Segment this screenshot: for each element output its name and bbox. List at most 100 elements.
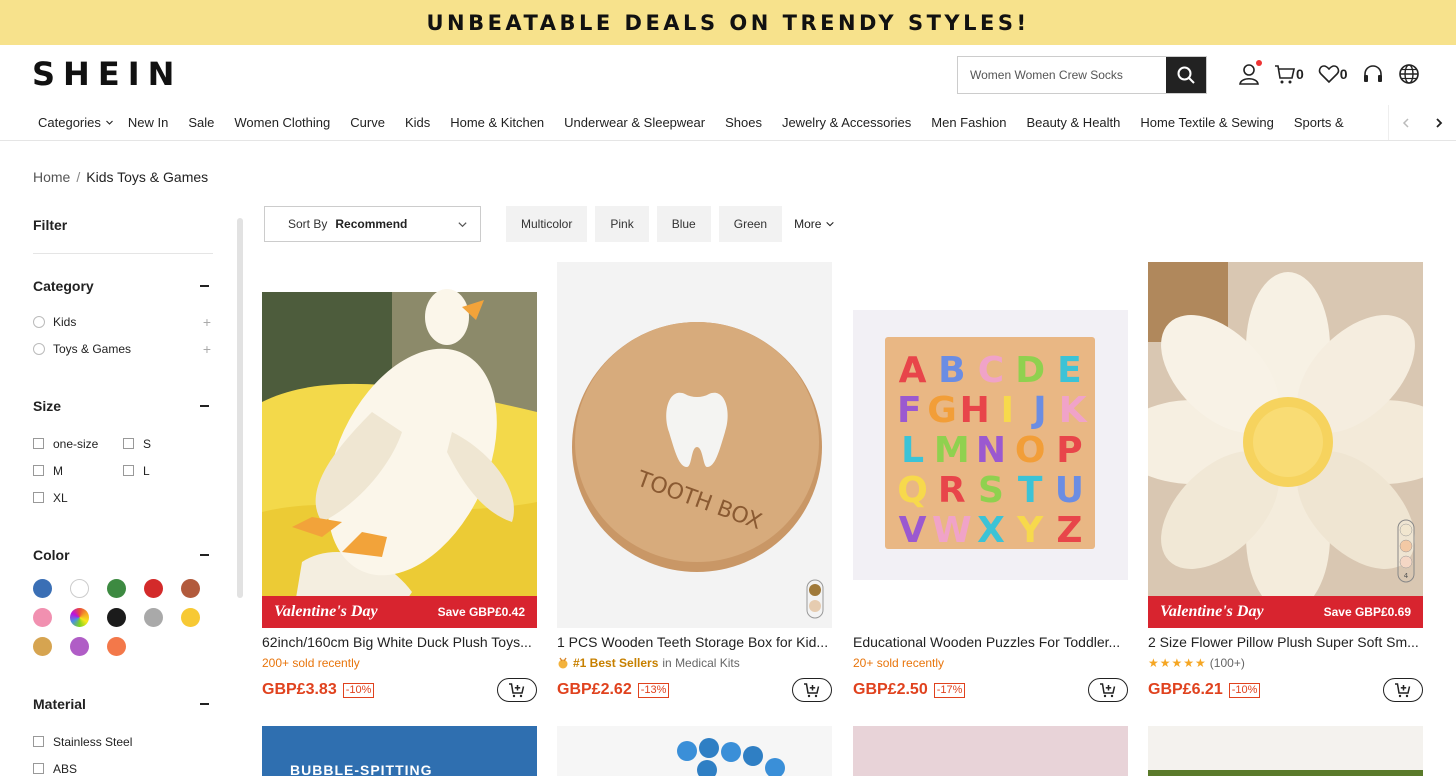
chevron-right-icon[interactable] <box>1433 117 1445 129</box>
puzzle-letter: F <box>897 390 922 431</box>
filter-chip-blue[interactable]: Blue <box>656 206 711 242</box>
filter-size-header[interactable]: Size <box>33 396 213 416</box>
size-option[interactable]: XL <box>33 484 123 511</box>
search-input[interactable] <box>958 57 1166 93</box>
heart-icon <box>1318 65 1340 84</box>
color-swatch[interactable] <box>33 608 52 627</box>
product-title[interactable]: 62inch/160cm Big White Duck Plush Toys..… <box>262 634 537 650</box>
size-option[interactable]: S <box>123 430 213 457</box>
color-swatch[interactable] <box>33 637 52 656</box>
color-swatch[interactable] <box>107 608 126 627</box>
collapse-icon <box>200 405 209 407</box>
search-button[interactable] <box>1166 57 1206 93</box>
cart-button[interactable]: 0 <box>1274 62 1304 86</box>
nav-item-home-kitchen[interactable]: Home & Kitchen <box>440 115 554 130</box>
color-swatch[interactable] <box>70 608 89 627</box>
category-option-kids[interactable]: Kids + <box>33 308 213 335</box>
filter-material: Material Stainless Steel ABS <box>33 694 213 776</box>
color-swatch[interactable] <box>144 608 163 627</box>
nav-item-men-fashion[interactable]: Men Fashion <box>921 115 1016 130</box>
best-seller-badge[interactable]: #1 Best Sellers in Medical Kits <box>557 654 832 672</box>
color-swatch[interactable] <box>144 579 163 598</box>
shein-logo[interactable]: SHEIN <box>32 55 182 93</box>
product-card-partial[interactable] <box>1148 726 1423 776</box>
color-swatch[interactable] <box>181 579 200 598</box>
filter-material-header[interactable]: Material <box>33 694 213 714</box>
support-button[interactable] <box>1362 62 1384 86</box>
color-swatch[interactable] <box>33 579 52 598</box>
category-label: Toys & Games <box>53 341 132 356</box>
nav-item-shoes[interactable]: Shoes <box>715 115 772 130</box>
language-button[interactable] <box>1398 62 1420 86</box>
filter-chip-green[interactable]: Green <box>718 206 783 242</box>
collapse-icon <box>200 285 209 287</box>
product-card[interactable]: 4 Valentine's Day Save GBP£0.69 2 Size F… <box>1148 262 1423 702</box>
product-image[interactable]: ABCDE FGHIJK LMNOP QRSTU VWXYZ <box>853 262 1128 628</box>
size-option[interactable]: M <box>33 457 123 484</box>
discount-badge: -17% <box>933 682 966 698</box>
nav-item-categories[interactable]: Categories <box>28 115 111 130</box>
chevron-down-icon <box>826 221 835 227</box>
product-card-partial[interactable] <box>853 726 1128 776</box>
product-image[interactable]: Valentine's Day Save GBP£0.42 <box>262 262 537 628</box>
nav-item-curve[interactable]: Curve <box>340 115 395 130</box>
product-title[interactable]: 1 PCS Wooden Teeth Storage Box for Kid..… <box>557 634 832 650</box>
color-swatch[interactable] <box>70 637 89 656</box>
collapse-icon <box>200 703 209 705</box>
add-to-cart-button[interactable] <box>1088 678 1128 702</box>
material-option[interactable]: ABS <box>33 755 213 776</box>
puzzle-letter: V <box>899 510 927 551</box>
sort-dropdown[interactable]: Sort By Recommend <box>264 206 481 242</box>
expand-icon[interactable]: + <box>203 341 211 357</box>
add-to-cart-button[interactable] <box>1383 678 1423 702</box>
wishlist-button[interactable]: 0 <box>1318 62 1348 86</box>
product-card-partial[interactable]: BUBBLE-SPITTING <box>262 726 537 776</box>
add-to-cart-button[interactable] <box>497 678 537 702</box>
filter-category-header[interactable]: Category <box>33 276 213 296</box>
color-swatch[interactable] <box>181 608 200 627</box>
expand-icon[interactable]: + <box>203 314 211 330</box>
breadcrumb-home[interactable]: Home <box>33 169 70 185</box>
more-filters-button[interactable]: More <box>794 217 835 231</box>
product-image[interactable]: TOOTH BOX <box>557 262 832 628</box>
alphabet-puzzle-image: A B C D E F G H I J K L M N O P Q R S T U V W X Y Z <box>853 262 1128 628</box>
product-card[interactable]: Valentine's Day Save GBP£0.42 62inch/160… <box>262 262 537 702</box>
nav-item-women-clothing[interactable]: Women Clothing <box>224 115 340 130</box>
product-card[interactable]: TOOTH BOX 1 PCS Wooden Teeth Storage Box… <box>557 262 832 702</box>
material-option[interactable]: Stainless Steel <box>33 728 213 755</box>
product-card-partial[interactable] <box>557 726 832 776</box>
product-rating[interactable]: ★★★★★ (100+) <box>1148 654 1423 672</box>
category-option-toys[interactable]: Toys & Games + <box>33 335 213 362</box>
valentine-label: Valentine's Day <box>274 603 378 620</box>
chevron-left-icon[interactable] <box>1400 117 1412 129</box>
product-image[interactable]: 4 Valentine's Day Save GBP£0.69 <box>1148 262 1423 628</box>
valentine-banner: Valentine's Day Save GBP£0.42 <box>262 596 537 628</box>
sidebar-scrollbar[interactable] <box>237 218 243 598</box>
puzzle-letter: Q <box>897 470 928 511</box>
valentine-label: Valentine's Day <box>1160 603 1264 620</box>
account-button[interactable] <box>1238 60 1262 86</box>
nav-item-sports[interactable]: Sports & <box>1284 115 1354 130</box>
product-card[interactable]: ABCDE FGHIJK LMNOP QRSTU VWXYZ Educational W… <box>853 262 1128 702</box>
product-title[interactable]: Educational Wooden Puzzles For Toddler..… <box>853 634 1128 650</box>
puzzle-letter: Z <box>1056 510 1082 551</box>
nav-item-kids[interactable]: Kids <box>395 115 440 130</box>
nav-item-home-textile-sewing[interactable]: Home Textile & Sewing <box>1130 115 1283 130</box>
product-title[interactable]: 2 Size Flower Pillow Plush Super Soft Sm… <box>1148 634 1423 650</box>
product-toolbar: Sort By Recommend Multicolor Pink Blue Gr… <box>264 206 835 242</box>
filter-color-header[interactable]: Color <box>33 545 213 565</box>
add-to-cart-button[interactable] <box>792 678 832 702</box>
size-option[interactable]: L <box>123 457 213 484</box>
filter-chip-pink[interactable]: Pink <box>595 206 649 242</box>
filter-chip-multicolor[interactable]: Multicolor <box>506 206 588 242</box>
color-swatch[interactable] <box>107 637 126 656</box>
nav-item-new-in[interactable]: New In <box>118 115 178 130</box>
color-swatch[interactable] <box>107 579 126 598</box>
nav-item-sale[interactable]: Sale <box>178 115 224 130</box>
nav-item-beauty-health[interactable]: Beauty & Health <box>1016 115 1130 130</box>
nav-item-jewelry-accessories[interactable]: Jewelry & Accessories <box>772 115 921 130</box>
color-swatch[interactable] <box>70 579 89 598</box>
nav-item-underwear-sleepwear[interactable]: Underwear & Sleepwear <box>554 115 715 130</box>
promo-banner[interactable]: UNBEATABLE DEALS ON TRENDY STYLES! <box>0 0 1456 45</box>
size-option[interactable]: one-size <box>33 430 123 457</box>
